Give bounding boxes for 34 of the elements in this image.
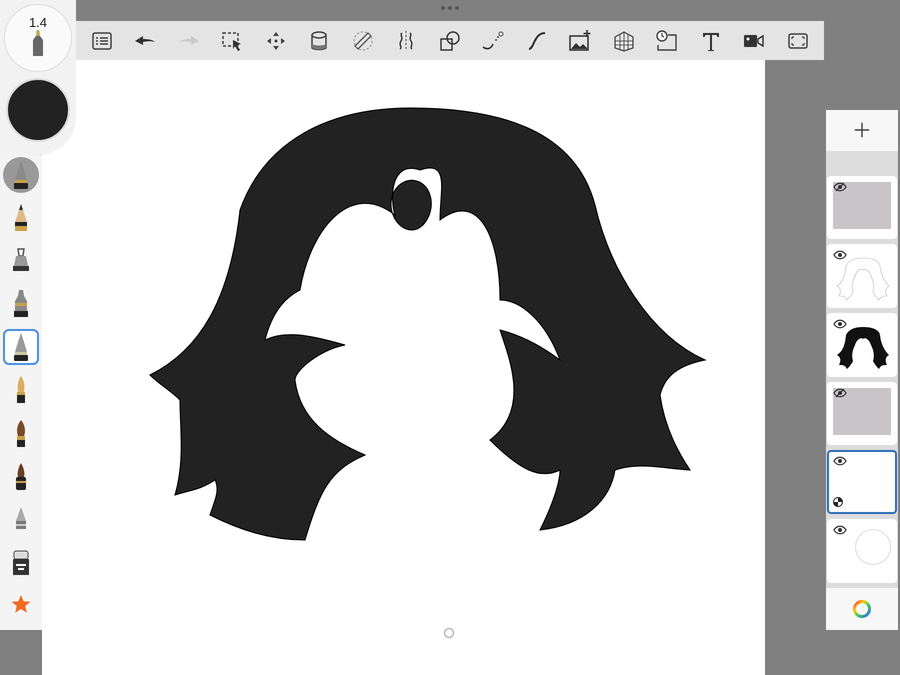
plus-icon [853, 121, 871, 140]
color-wheel-button[interactable] [826, 588, 898, 630]
clock-frame-icon [655, 28, 680, 52]
color-wheel-icon [852, 598, 872, 619]
curve-dots-icon [481, 28, 506, 52]
layer-thumbnail[interactable] [827, 382, 897, 446]
brush-size-button[interactable]: 1.4 [4, 4, 72, 72]
pen-icon [30, 30, 46, 56]
ballpoint-pen-button[interactable] [3, 157, 39, 193]
grid-box-icon [612, 28, 636, 52]
drawing-canvas[interactable] [42, 60, 765, 675]
hair-drawing [835, 324, 891, 371]
hidden-eye-icon[interactable] [833, 388, 847, 398]
layer-thumbnail[interactable] [827, 176, 897, 240]
eye-icon[interactable] [833, 250, 847, 260]
eye-icon[interactable] [833, 456, 847, 466]
hair-outline-drawing [835, 256, 891, 302]
eye-icon[interactable] [833, 318, 847, 329]
shapes-icon [438, 28, 462, 52]
color-circle [855, 528, 891, 565]
layer-thumbnail[interactable] [827, 312, 897, 377]
layer-thumbnail[interactable] [827, 244, 897, 308]
layer-thumbnail[interactable] [827, 450, 897, 514]
image-placeholder [833, 182, 891, 230]
layer-thumbnail[interactable] [827, 518, 897, 583]
hidden-eye-icon[interactable] [833, 182, 847, 192]
eye-icon[interactable] [833, 524, 847, 535]
add-image-icon [568, 28, 592, 52]
image-placeholder [833, 388, 891, 436]
ballpoint-pen-button[interactable] [3, 329, 39, 366]
transparency-icon [833, 496, 843, 507]
loading-icon [443, 627, 455, 639]
ruler-icon [350, 28, 375, 52]
handle-dots-icon[interactable] [440, 5, 460, 11]
